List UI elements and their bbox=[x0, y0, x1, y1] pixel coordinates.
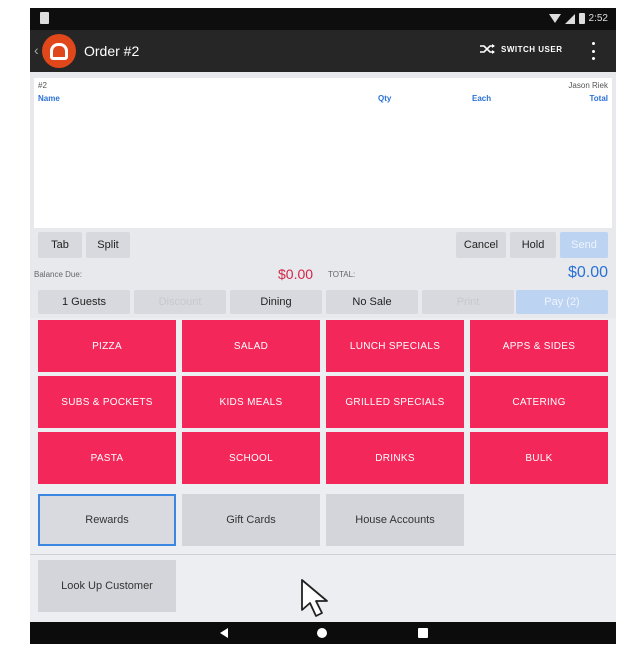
nav-recents-icon[interactable] bbox=[418, 628, 428, 638]
mouse-cursor-icon bbox=[301, 579, 328, 617]
column-name: Name bbox=[38, 94, 60, 103]
discount-button[interactable]: Discount bbox=[134, 290, 226, 314]
nav-back-icon[interactable] bbox=[220, 628, 228, 638]
rewards-button[interactable]: Rewards bbox=[38, 494, 176, 546]
page-title: Order #2 bbox=[84, 43, 140, 59]
nav-home-icon[interactable] bbox=[317, 628, 327, 638]
order-number: #2 bbox=[38, 81, 47, 90]
menu-grid: PIZZA SALAD LUNCH SPECIALS APPS & SIDES … bbox=[30, 318, 616, 622]
total-label: TOTAL: bbox=[328, 270, 356, 279]
status-bar: 2:52 bbox=[30, 8, 616, 30]
pay-button[interactable]: Pay (2) bbox=[516, 290, 608, 314]
send-button[interactable]: Send bbox=[560, 232, 608, 258]
server-name: Jason Riek bbox=[568, 81, 608, 90]
tablet-screen: 2:52 ‹ Order #2 SWITCH USER #2 Jason Rie… bbox=[30, 8, 616, 644]
category-kids-meals[interactable]: KIDS MEALS bbox=[182, 376, 320, 428]
balance-due-value: $0.00 bbox=[278, 266, 314, 282]
order-list-header: Name Qty Each Total bbox=[34, 92, 612, 106]
app-bar: ‹ Order #2 SWITCH USER bbox=[30, 30, 616, 72]
status-time: 2:52 bbox=[588, 13, 608, 24]
look-up-customer-button[interactable]: Look Up Customer bbox=[38, 560, 176, 612]
category-catering[interactable]: CATERING bbox=[470, 376, 608, 428]
category-grilled-specials[interactable]: GRILLED SPECIALS bbox=[326, 376, 464, 428]
system-nav-bar bbox=[30, 622, 616, 644]
category-pasta[interactable]: PASTA bbox=[38, 432, 176, 484]
house-accounts-button[interactable]: House Accounts bbox=[326, 494, 464, 546]
category-drinks[interactable]: DRINKS bbox=[326, 432, 464, 484]
split-button[interactable]: Split bbox=[86, 232, 130, 258]
switch-user-button[interactable]: SWITCH USER bbox=[480, 44, 563, 54]
totals-row: Balance Due: $0.00 TOTAL: $0.00 bbox=[30, 262, 616, 286]
dining-button[interactable]: Dining bbox=[230, 290, 322, 314]
back-icon[interactable]: ‹ bbox=[34, 42, 39, 58]
status-icons: 2:52 bbox=[548, 13, 608, 24]
cancel-button[interactable]: Cancel bbox=[456, 232, 506, 258]
no-sale-button[interactable]: No Sale bbox=[326, 290, 418, 314]
hold-button[interactable]: Hold bbox=[510, 232, 556, 258]
category-apps-sides[interactable]: APPS & SIDES bbox=[470, 320, 608, 372]
order-panel: #2 Jason Riek Name Qty Each Total Tab Sp… bbox=[30, 72, 616, 318]
category-subs-pockets[interactable]: SUBS & POCKETS bbox=[38, 376, 176, 428]
column-total: Total bbox=[589, 94, 608, 103]
category-school[interactable]: SCHOOL bbox=[182, 432, 320, 484]
divider bbox=[30, 554, 616, 555]
app-logo-icon[interactable] bbox=[42, 34, 76, 68]
overflow-menu-icon[interactable] bbox=[590, 42, 596, 60]
signal-icon bbox=[564, 13, 575, 24]
order-list[interactable]: #2 Jason Riek Name Qty Each Total bbox=[34, 78, 612, 228]
wifi-icon bbox=[548, 14, 561, 23]
total-value: $0.00 bbox=[567, 264, 608, 281]
battery-icon bbox=[578, 13, 585, 24]
category-pizza[interactable]: PIZZA bbox=[38, 320, 176, 372]
category-salad[interactable]: SALAD bbox=[182, 320, 320, 372]
gift-cards-button[interactable]: Gift Cards bbox=[182, 494, 320, 546]
tab-button[interactable]: Tab bbox=[38, 232, 82, 258]
balance-due-label: Balance Due: bbox=[34, 270, 83, 279]
notification-icon bbox=[40, 12, 49, 24]
column-qty: Qty bbox=[378, 94, 392, 103]
column-each: Each bbox=[472, 94, 492, 103]
category-bulk[interactable]: BULK bbox=[470, 432, 608, 484]
shuffle-icon bbox=[480, 44, 495, 54]
print-button[interactable]: Print bbox=[422, 290, 514, 314]
category-lunch-specials[interactable]: LUNCH SPECIALS bbox=[326, 320, 464, 372]
guests-button[interactable]: 1 Guests bbox=[38, 290, 130, 314]
switch-user-label: SWITCH USER bbox=[501, 44, 563, 54]
